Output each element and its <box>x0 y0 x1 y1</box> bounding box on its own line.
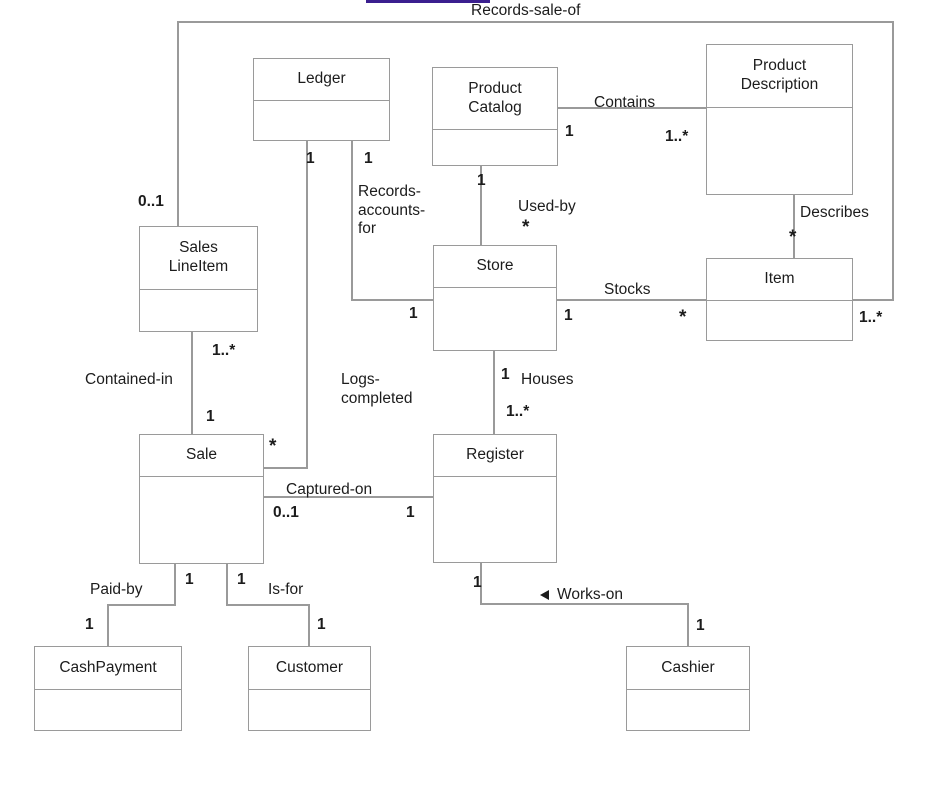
class-name-product-description: Product Description <box>707 45 852 108</box>
class-name-cash-payment: CashPayment <box>35 647 181 690</box>
class-attrs-cash-payment <box>35 690 181 731</box>
mult-catalog-contains: 1 <box>565 123 574 140</box>
class-attrs-sale <box>140 477 263 564</box>
label-is-for: Is-for <box>268 581 304 598</box>
mult-store-used-by: * <box>522 217 530 238</box>
mult-sli-contained-in: 1..* <box>212 342 236 359</box>
mult-sale-paid-by: 1 <box>185 571 194 588</box>
mult-register-works-on: 1 <box>473 574 482 591</box>
edge-logs-completed <box>264 141 308 469</box>
class-box-product-description[interactable]: Product Description <box>706 44 853 195</box>
mult-register-houses: 1..* <box>506 403 530 420</box>
class-box-item[interactable]: Item <box>706 258 853 341</box>
mult-sale-contained-in: 1 <box>206 408 215 425</box>
class-name-store: Store <box>434 246 556 288</box>
class-box-register[interactable]: Register <box>433 434 557 563</box>
mult-payment-paid-by: 1 <box>85 616 94 633</box>
class-name-item: Item <box>707 259 852 301</box>
mult-item-stocks: * <box>679 307 687 328</box>
class-name-sale: Sale <box>140 435 263 477</box>
class-box-sales-lineitem[interactable]: Sales LineItem <box>139 226 258 332</box>
mult-customer-is-for: 1 <box>317 616 326 633</box>
mult-store-records-accounts: 1 <box>409 305 418 322</box>
mult-ledger-records-accounts: 1 <box>364 150 373 167</box>
mult-item-records-sale-of: 1..* <box>859 309 883 326</box>
class-name-cashier: Cashier <box>627 647 749 690</box>
class-attrs-register <box>434 477 556 563</box>
class-box-product-catalog[interactable]: Product Catalog <box>432 67 558 166</box>
edge-paid-by <box>107 564 176 646</box>
mult-description-describes: * <box>789 227 797 248</box>
class-attrs-item <box>707 301 852 341</box>
class-box-ledger[interactable]: Ledger <box>253 58 390 141</box>
class-box-sale[interactable]: Sale <box>139 434 264 564</box>
label-records-sale-of: Records-sale-of <box>471 2 581 19</box>
class-attrs-store <box>434 288 556 351</box>
class-name-sales-lineitem: Sales LineItem <box>140 227 257 290</box>
mult-cashier-works-on: 1 <box>696 617 705 634</box>
class-name-ledger: Ledger <box>254 59 389 101</box>
class-box-cashier[interactable]: Cashier <box>626 646 750 731</box>
mult-sale-logs: * <box>269 436 277 457</box>
class-attrs-sales-lineitem <box>140 290 257 332</box>
class-attrs-product-catalog <box>433 130 557 166</box>
label-captured-on: Captured-on <box>286 481 373 498</box>
label-describes: Describes <box>800 204 869 221</box>
label-stocks: Stocks <box>604 281 651 298</box>
mult-sale-captured-on: 0..1 <box>273 504 299 521</box>
label-works-on: Works-on <box>557 586 624 603</box>
class-attrs-ledger <box>254 101 389 141</box>
mult-catalog-used-by: 1 <box>477 172 486 189</box>
top-rule-artifact <box>366 0 490 3</box>
mult-register-captured-on: 1 <box>406 504 415 521</box>
mult-sale-is-for: 1 <box>237 571 246 588</box>
class-attrs-cashier <box>627 690 749 731</box>
class-name-customer: Customer <box>249 647 370 690</box>
label-records-accounts-for: Records- accounts- for <box>358 183 426 238</box>
mult-store-houses: 1 <box>501 366 510 383</box>
mult-sli-records-sale-of: 0..1 <box>138 193 164 210</box>
label-paid-by: Paid-by <box>90 581 143 598</box>
label-houses: Houses <box>521 371 574 388</box>
mult-ledger-logs: 1 <box>306 150 315 167</box>
label-contains: Contains <box>594 94 656 111</box>
class-attrs-product-description <box>707 108 852 195</box>
class-box-cash-payment[interactable]: CashPayment <box>34 646 182 731</box>
mult-store-stocks: 1 <box>564 307 573 324</box>
label-logs-completed: Logs- completed <box>341 371 413 407</box>
class-attrs-customer <box>249 690 370 731</box>
class-box-customer[interactable]: Customer <box>248 646 371 731</box>
uml-class-diagram-canvas: Ledger Product Catalog Product Descripti… <box>0 0 941 803</box>
class-name-product-catalog: Product Catalog <box>433 68 557 130</box>
mult-description-contains: 1..* <box>665 128 689 145</box>
label-used-by: Used-by <box>518 198 576 215</box>
works-on-navigability-arrow <box>540 590 549 600</box>
label-contained-in: Contained-in <box>85 371 173 388</box>
class-name-register: Register <box>434 435 556 477</box>
class-box-store[interactable]: Store <box>433 245 557 351</box>
